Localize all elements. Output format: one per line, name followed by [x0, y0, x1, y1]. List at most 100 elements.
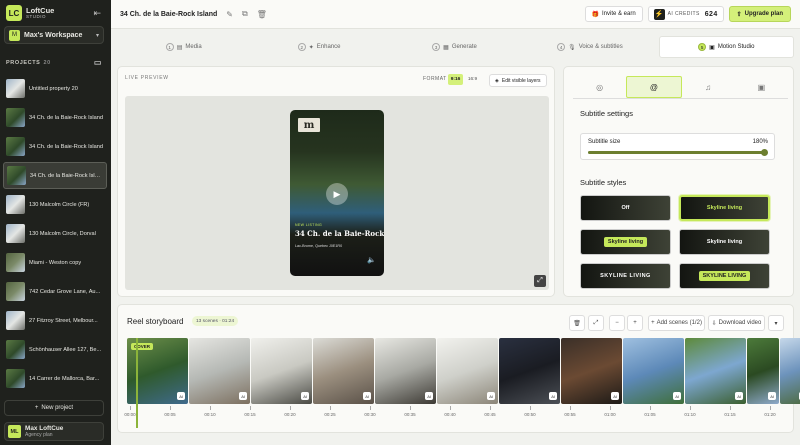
brand[interactable]: LC LoftCue STUDIO [6, 5, 54, 21]
invite-button[interactable]: 🎁 Invite & earn [584, 6, 643, 22]
image-tab-icon[interactable]: ▣ [735, 76, 788, 98]
ai-badge[interactable]: AI [239, 392, 247, 400]
timeline-ruler[interactable]: 00:00 00:05 00:10 00:15 00:20 00:25 00:30 00:35… [124, 406, 785, 424]
ai-badge[interactable]: AI [673, 392, 681, 400]
project-item[interactable]: 742 Cedar Grove Lane, Au... [3, 278, 107, 305]
ai-badge[interactable]: AI [425, 392, 433, 400]
collapse-sidebar-icon[interactable]: ⇤ [93, 8, 101, 19]
fullscreen-button[interactable]: ⤢ [588, 315, 604, 331]
edit-visible-layers-button[interactable]: ◈ Edit visible layers [489, 74, 547, 87]
format-9-16-button[interactable]: 9:16 [448, 74, 463, 85]
ai-badge[interactable]: AI [487, 392, 495, 400]
upgrade-icon: ⇧ [736, 11, 742, 18]
subtitle-style-greencaps[interactable]: SKYLINE LIVING [679, 263, 770, 289]
play-icon[interactable]: ▶ [326, 183, 348, 205]
project-thumbnail [6, 253, 25, 272]
user-plan: Agency plan [25, 432, 53, 438]
project-item[interactable]: 34 Ch. de la Baie-Rock Island [3, 104, 107, 131]
timeline-tick [610, 406, 611, 410]
scene-clip[interactable]: AI [251, 338, 312, 404]
scene-clip[interactable]: AI [313, 338, 374, 404]
scene-clip[interactable]: AI [499, 338, 560, 404]
subtitle-style-label: SKYLINE LIVING [698, 271, 751, 281]
subtitle-style-green[interactable]: Skyline living [580, 229, 671, 255]
project-item[interactable]: Schönhauser Allee 127, Be... [3, 336, 107, 363]
project-item[interactable]: 130 Malcolm Circle, Dorval [3, 220, 107, 247]
step-tab-motion-studio[interactable]: 5 ▣ Motion Studio [658, 36, 795, 58]
live-preview-panel: LIVE PREVIEW FORMAT 9:16 16:9 ◈ Edit vis… [117, 66, 555, 297]
scene-clip[interactable]: AI [437, 338, 498, 404]
step-number: 4 [557, 43, 566, 51]
layers-tab-icon[interactable]: ◎ [573, 76, 626, 98]
step-tab-media[interactable]: 1 ▤ Media [117, 36, 250, 58]
folder-icon[interactable]: ▭ [94, 58, 102, 67]
ai-credits[interactable]: ⚡ AI CREDITS 624 [647, 6, 724, 22]
subtitle-style-plain[interactable]: Skyline living [679, 229, 770, 255]
project-item[interactable]: Miami - Weston copy [3, 249, 107, 276]
step-tab-voice-subtitles[interactable]: 4 🎙 Voice & subtitles [523, 36, 656, 58]
project-thumbnail [6, 137, 25, 156]
subtitles-tab-icon[interactable]: @ [626, 76, 682, 98]
scene-clip[interactable]: AI [747, 338, 779, 404]
step-tab-enhance[interactable]: 2 ✦ Enhance [252, 36, 385, 58]
format-16-9-button[interactable]: 16:9 [465, 74, 480, 85]
gift-icon: 🎁 [591, 11, 599, 18]
timeline-label: 01:05 [644, 412, 656, 417]
scene-clip[interactable]: AI [685, 338, 746, 404]
scene-clip[interactable]: AI [189, 338, 250, 404]
scene-clip[interactable]: AI [375, 338, 436, 404]
preview-stage: m ▶ NEW LISTING 34 Ch. de la Baie-Rock I… [125, 96, 549, 290]
ai-badge[interactable]: AI [177, 392, 185, 400]
timeline-label: 00:30 [364, 412, 376, 417]
workspace-selector[interactable]: M Max's Workspace ▾ [4, 26, 104, 44]
project-item[interactable]: 130 Malcolm Circle (FR) [3, 191, 107, 218]
step-tab-generate[interactable]: 3 ▦ Generate [388, 36, 521, 58]
ai-badge-label: AI [675, 393, 679, 399]
project-item[interactable]: 27 Fitzroy Street, Melbour... [3, 307, 107, 334]
slider-knob[interactable] [760, 148, 768, 156]
ai-badge[interactable]: AI [549, 392, 557, 400]
timeline-label: 00:55 [564, 412, 576, 417]
zoom-in-button[interactable]: + [627, 315, 643, 331]
duplicate-icon[interactable]: ⧉ [242, 9, 248, 19]
step-number: 5 [698, 43, 707, 51]
subtitle-style-accent[interactable]: Skyline living [679, 195, 770, 221]
ai-badge[interactable]: AI [768, 392, 776, 400]
timeline-tick [410, 406, 411, 410]
subtitle-style-label: Off [621, 205, 630, 211]
project-item[interactable]: Untitled property 20 [3, 75, 107, 102]
edit-icon[interactable]: ✎ [226, 10, 233, 19]
more-options-button[interactable]: ▾ [768, 315, 784, 331]
subtitle-style-caps[interactable]: SKYLINE LIVING [580, 263, 671, 289]
trash-icon[interactable]: 🗑 [257, 10, 267, 19]
scene-clip[interactable]: AI [561, 338, 622, 404]
delete-scene-button[interactable]: 🗑 [569, 315, 585, 331]
ai-badge[interactable]: AI [301, 392, 309, 400]
add-scenes-button[interactable]: + Add scenes (1/2) [648, 315, 705, 331]
timeline-tick [690, 406, 691, 410]
upgrade-button[interactable]: ⇧ Upgrade plan [728, 6, 791, 22]
zoom-out-button[interactable]: − [609, 315, 625, 331]
subtitle-size-slider[interactable] [588, 148, 768, 156]
subtitle-styles-title: Subtitle styles [580, 178, 627, 187]
project-item[interactable]: 14 Carrer de Mallorca, Bar... [3, 365, 107, 392]
volume-icon[interactable]: 🔈 [367, 256, 376, 264]
project-item[interactable]: 34 Ch. de la Baie-Rock Island [3, 133, 107, 160]
expand-icon[interactable]: ⤢ [534, 275, 546, 287]
user-name: Max LoftCue [25, 425, 64, 432]
scene-clip[interactable]: AI [623, 338, 684, 404]
download-video-button[interactable]: ⇩ Download video [708, 315, 765, 331]
timeline-tick [570, 406, 571, 410]
project-thumbnail [6, 311, 25, 330]
ai-badge-label: AI [365, 393, 369, 399]
ai-badge[interactable]: AI [735, 392, 743, 400]
ai-badge[interactable]: AI [363, 392, 371, 400]
project-item[interactable]: 34 Ch. de la Baie-Rock Island [3, 162, 107, 189]
ai-badge[interactable]: AI [611, 392, 619, 400]
scene-clip[interactable]: AI [780, 338, 800, 404]
phone-preview[interactable]: m ▶ NEW LISTING 34 Ch. de la Baie-Rock I… [290, 110, 384, 276]
new-project-button[interactable]: + New project [4, 400, 104, 416]
music-tab-icon[interactable]: ♫ [682, 76, 735, 98]
subtitle-style-off[interactable]: Off [580, 195, 671, 221]
user-menu[interactable]: ML Max LoftCue Agency plan [4, 422, 104, 441]
